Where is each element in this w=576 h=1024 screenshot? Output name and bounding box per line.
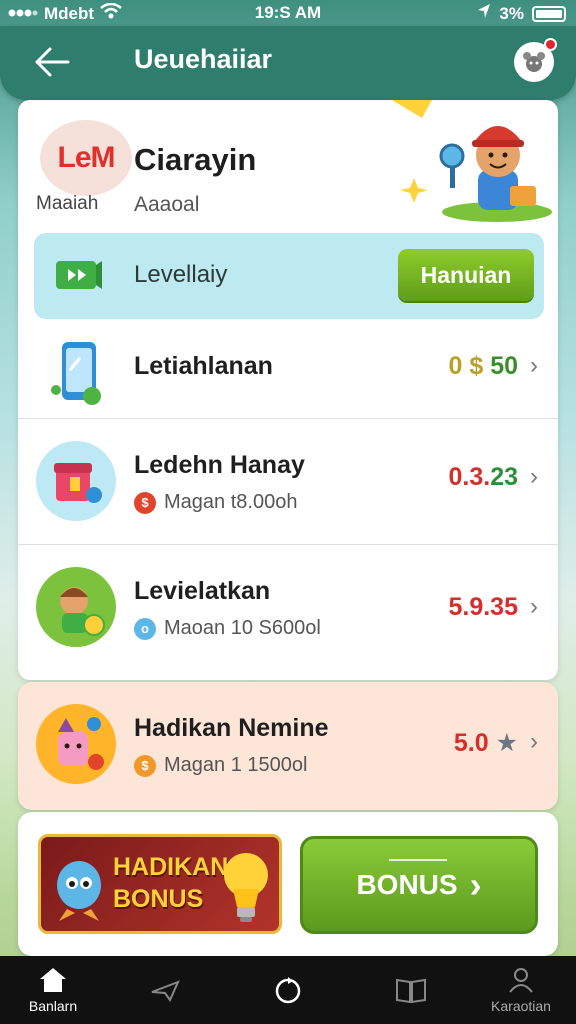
app-bar: Ueuehaiiar	[0, 26, 576, 100]
hadikan-title: Hadikan Nemine	[134, 714, 329, 742]
hadikan-subtitle: $ Magan 1 1500ol	[134, 754, 307, 777]
hadikan-subtitle-text: Magan 1 1500ol	[164, 754, 308, 776]
item-title: Ledehn Hanay	[134, 451, 305, 479]
location-icon	[477, 3, 491, 24]
coin-icon: $	[134, 754, 156, 777]
hadikan-value: 5.0 ★	[454, 728, 518, 758]
item-value-left: 0.3.	[448, 463, 491, 491]
refresh-icon	[275, 977, 301, 1004]
chevron-right-icon: ›	[469, 864, 482, 905]
level-action-button[interactable]: Hanuian	[398, 249, 534, 301]
battery-percent: 3%	[499, 3, 524, 23]
status-bar: Mdebt 19:S AM 3%	[0, 0, 576, 26]
item-value: 0.3.23	[448, 463, 518, 492]
chevron-right-icon: ›	[530, 463, 538, 490]
nav-label-profile: Karaotian	[491, 998, 551, 1014]
nav-item-travel[interactable]	[120, 956, 210, 1024]
item-value: 0 $ 50	[448, 352, 518, 381]
item-value-left: 0 $	[448, 352, 484, 380]
battery-icon	[532, 5, 566, 22]
nav-item-refresh[interactable]	[243, 956, 333, 1024]
list-item[interactable]: Levielatkan o Maoan 10 S600ol 5.9.35 ›	[18, 544, 558, 680]
chevron-right-icon: ›	[530, 352, 538, 379]
avatar-button[interactable]	[514, 38, 557, 82]
ticket-icon	[56, 261, 102, 289]
plane-icon	[151, 980, 180, 1003]
back-arrow-icon	[35, 47, 70, 77]
bonus-banner-text: HADIKAN BONUS	[113, 851, 228, 915]
nav-label-home: Banlarn	[28, 998, 78, 1014]
item-subtitle-text: Maoan 10 S600ol	[164, 617, 321, 639]
decorative-line	[389, 859, 447, 861]
bonus-banner[interactable]: HADIKAN BONUS	[38, 834, 282, 934]
brand-logo: LeM	[40, 120, 132, 196]
bonus-card: HADIKAN BONUS BONUS ›	[18, 812, 558, 956]
list-item[interactable]: Letiahlanan 0 $ 50 ›	[18, 330, 558, 418]
bottom-nav: Banlarn Karaotian	[0, 956, 576, 1024]
rocket-mascot-icon	[57, 861, 101, 921]
profile-name: Ciarayin	[134, 142, 257, 177]
phone-icon	[51, 342, 101, 405]
mouse-avatar-icon	[523, 52, 545, 72]
nav-item-profile[interactable]: Karaotian	[476, 956, 566, 1024]
nav-item-home[interactable]: Banlarn	[8, 956, 98, 1024]
item-value-left: 5.9.35	[448, 593, 518, 621]
page-title: Ueuehaiiar	[134, 44, 273, 74]
profile-icon	[509, 968, 533, 993]
level-banner: Levellaiy Hanuian	[34, 233, 544, 319]
item-subtitle: o Maoan 10 S600ol	[134, 617, 321, 640]
cat-character-icon	[36, 704, 116, 784]
item-value-right: 23	[490, 463, 518, 491]
item-value: 5.9.35	[448, 593, 518, 622]
home-icon	[40, 968, 66, 992]
item-subtitle-text: Magan t8.00oh	[164, 491, 298, 513]
book-icon	[396, 978, 426, 1004]
logo-caption: Maaiah	[36, 193, 99, 214]
item-title: Letiahlanan	[134, 352, 273, 380]
nav-item-book[interactable]	[366, 956, 456, 1024]
bonus-button[interactable]: BONUS ›	[300, 836, 538, 934]
bonus-banner-line2: BONUS	[113, 885, 204, 913]
hadikan-card[interactable]: Hadikan Nemine $ Magan 1 1500ol 5.0 ★ ›	[18, 682, 558, 810]
level-label: Levellaiy	[134, 261, 228, 288]
back-button[interactable]	[30, 40, 74, 84]
list-item[interactable]: Ledehn Hanay $ Magan t8.00oh 0.3.23 ›	[18, 418, 558, 544]
bonus-banner-line1: HADIKAN	[113, 853, 229, 881]
star-icon: ★	[495, 729, 518, 757]
item-value-right: 50	[490, 352, 518, 380]
profile-card: LeM Maaiah Ciarayin Aaaoal Levellaiy Han…	[18, 100, 558, 680]
chevron-right-icon: ›	[530, 728, 538, 755]
chevron-right-icon: ›	[530, 593, 538, 620]
profile-subtitle: Aaaoal	[134, 193, 200, 216]
item-title: Levielatkan	[134, 577, 271, 605]
hadikan-value-text: 5.0	[453, 729, 489, 757]
bonus-button-label: BONUS	[356, 869, 458, 900]
character-icon	[36, 567, 116, 647]
notification-dot	[544, 38, 557, 51]
status-right: 3%	[477, 3, 566, 24]
gift-icon	[36, 441, 116, 521]
mascot-illustration	[392, 100, 552, 222]
coin-icon: $	[134, 491, 156, 514]
item-subtitle: $ Magan t8.00oh	[134, 491, 297, 514]
coin-icon: o	[134, 617, 156, 640]
lightbulb-icon	[224, 853, 268, 922]
